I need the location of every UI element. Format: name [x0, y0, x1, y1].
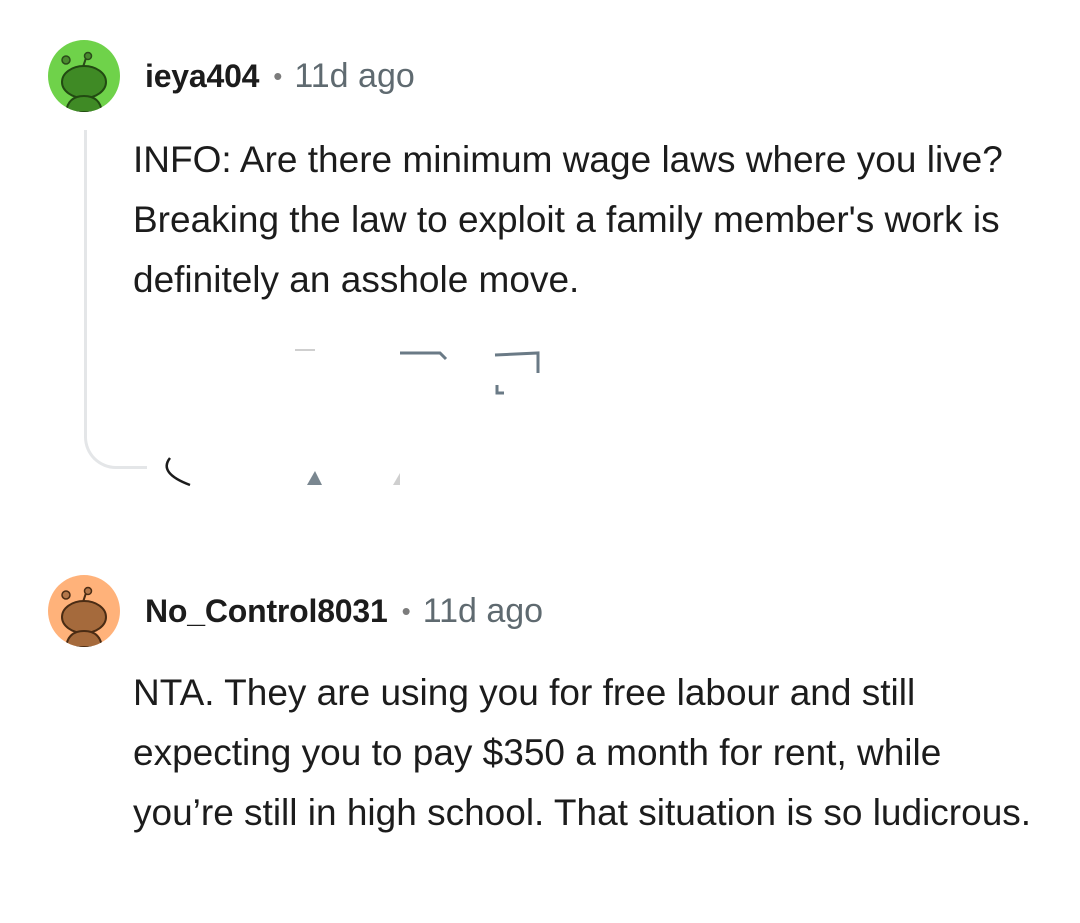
username[interactable]: No_Control8031 [145, 593, 388, 630]
separator-dot: • [273, 60, 283, 91]
faded-action-bar [165, 349, 540, 487]
comment-body: NTA. They are using you for free labour … [133, 672, 1032, 833]
snoo-avatar-icon [48, 575, 120, 647]
avatar[interactable] [48, 575, 120, 647]
snoo-avatar-icon [48, 40, 120, 112]
comment-meta: No_Control8031 • 11d ago [145, 591, 543, 631]
comment-body: INFO: Are there minimum wage laws where … [133, 139, 1003, 300]
timestamp: 11d ago [422, 591, 544, 630]
username[interactable]: ieya404 [145, 58, 259, 95]
separator-dot: • [401, 595, 411, 626]
avatar[interactable] [48, 40, 120, 112]
comment-meta: ieya404 • 11d ago [145, 56, 415, 96]
timestamp: 11d ago [294, 56, 415, 95]
